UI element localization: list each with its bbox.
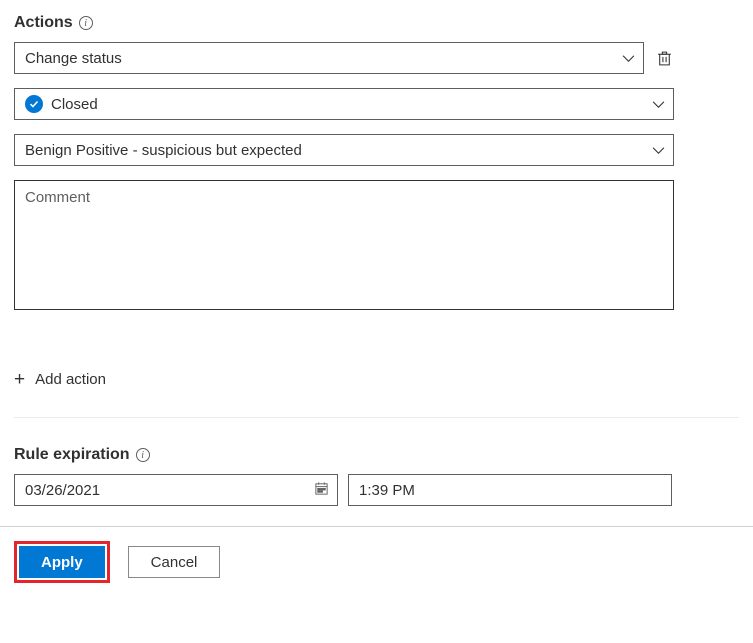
comment-textarea[interactable] — [14, 180, 674, 310]
apply-highlight: Apply — [14, 541, 110, 583]
info-icon[interactable]: i — [136, 448, 150, 462]
actions-section: Actions i Change status — [14, 14, 739, 389]
chevron-down-icon — [651, 97, 665, 111]
info-icon[interactable]: i — [79, 16, 93, 30]
status-dropdown[interactable]: Closed — [14, 88, 674, 120]
classification-value: Benign Positive - suspicious but expecte… — [25, 142, 302, 159]
apply-button[interactable]: Apply — [19, 546, 105, 578]
rule-expiration-label: Rule expiration i — [14, 446, 739, 464]
divider — [14, 417, 739, 418]
classification-dropdown[interactable]: Benign Positive - suspicious but expecte… — [14, 134, 674, 166]
expiration-time-value: 1:39 PM — [359, 482, 415, 499]
plus-icon: + — [14, 370, 25, 389]
change-status-dropdown[interactable]: Change status — [14, 42, 644, 74]
footer-buttons: Apply Cancel — [14, 541, 739, 583]
rule-expiration-section: Rule expiration i 03/26/2021 1: — [14, 446, 739, 506]
chevron-down-icon — [621, 51, 635, 65]
add-action-label: Add action — [35, 371, 106, 388]
divider — [0, 526, 753, 527]
expiration-time-input[interactable]: 1:39 PM — [348, 474, 672, 506]
expiration-date-value: 03/26/2021 — [25, 482, 100, 499]
chevron-down-icon — [651, 143, 665, 157]
expiration-date-input[interactable]: 03/26/2021 — [14, 474, 338, 506]
status-value: Closed — [51, 96, 98, 113]
actions-heading: Actions — [14, 14, 73, 32]
change-status-value: Change status — [25, 50, 122, 67]
cancel-button[interactable]: Cancel — [128, 546, 221, 578]
delete-icon[interactable] — [654, 48, 674, 68]
add-action-button[interactable]: + Add action — [14, 370, 739, 389]
check-icon — [25, 95, 43, 113]
actions-label: Actions i — [14, 14, 739, 32]
calendar-icon — [314, 481, 329, 500]
rule-expiration-heading: Rule expiration — [14, 446, 130, 464]
